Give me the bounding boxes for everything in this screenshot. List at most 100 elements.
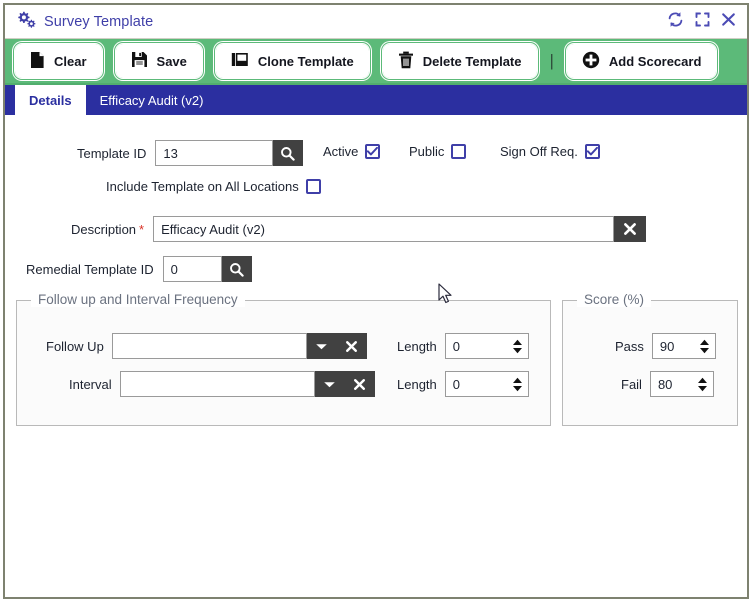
pass-value: 90 [659, 338, 675, 354]
interval-row: Interval [69, 371, 375, 397]
include-all-locations-label: Include Template on All Locations [106, 179, 299, 194]
stepper-arrows-icon[interactable] [693, 339, 710, 354]
interval-length-value: 0 [452, 376, 460, 392]
gears-icon [17, 11, 36, 33]
interval-label: Interval [69, 376, 112, 392]
template-id-row: Template ID [77, 140, 304, 166]
refresh-icon[interactable] [667, 11, 684, 33]
search-icon [229, 262, 244, 277]
follow-up-interval-fieldset: Follow up and Interval Frequency Follow … [16, 292, 551, 426]
active-checkbox[interactable] [365, 144, 381, 159]
public-label: Public [409, 144, 445, 159]
follow-up-clear-button[interactable] [336, 333, 367, 359]
interval-length-label: Length [397, 376, 437, 392]
tab-details[interactable]: Details [15, 85, 86, 115]
include-all-locations-row: Include Template on All Locations [106, 179, 321, 194]
active-label: Active [323, 144, 359, 159]
delete-template-button-label: Delete Template [422, 53, 522, 69]
pass-label: Pass [615, 338, 644, 354]
fail-value: 80 [657, 376, 673, 392]
save-button-label: Save [156, 53, 187, 69]
tab-bar: Details Efficacy Audit (v2) [5, 85, 747, 115]
active-checkbox-row: Active [323, 144, 381, 159]
follow-up-label: Follow Up [46, 338, 104, 354]
close-x-icon [345, 340, 357, 352]
template-id-search-button[interactable] [273, 140, 304, 166]
follow-up-length-row: Length 0 [397, 333, 529, 359]
follow-up-length-stepper[interactable]: 0 [444, 333, 529, 359]
search-icon [281, 146, 296, 161]
add-scorecard-button-label: Add Scorecard [608, 53, 702, 69]
template-id-input[interactable] [155, 140, 274, 166]
description-label: Description [71, 221, 137, 237]
interval-length-stepper[interactable]: 0 [444, 371, 529, 397]
pass-row: Pass 90 [615, 333, 716, 359]
include-all-locations-checkbox[interactable] [305, 179, 321, 194]
fail-label: Fail [621, 376, 642, 392]
main-toolbar: Clear Save Clone Template Delete Templat… [5, 39, 747, 85]
public-checkbox[interactable] [451, 144, 467, 159]
close-icon[interactable] [721, 12, 736, 32]
score-legend: Score (%) [577, 292, 652, 307]
description-input[interactable] [153, 216, 615, 242]
fail-row: Fail 80 [621, 371, 714, 397]
title-bar-left: Survey Template [17, 5, 153, 39]
remedial-template-id-search-button[interactable] [221, 256, 252, 282]
maximize-icon[interactable] [695, 12, 710, 32]
public-checkbox-row: Public [409, 144, 467, 159]
survey-template-window: Survey Template Clear Save Clone Templat… [3, 3, 749, 599]
clone-template-button[interactable]: Clone Template [214, 43, 370, 79]
tab-details-label: Details [29, 92, 72, 108]
follow-up-row: Follow Up [46, 333, 367, 359]
title-bar-controls [667, 5, 736, 39]
follow-up-select[interactable] [111, 333, 307, 359]
remedial-template-id-row: Remedial Template ID [26, 256, 252, 282]
follow-up-length-value: 0 [452, 338, 460, 354]
fail-stepper[interactable]: 80 [649, 371, 714, 397]
toolbar-separator: | [549, 51, 554, 70]
tab-efficacy-audit-label: Efficacy Audit (v2) [99, 92, 204, 108]
file-icon [30, 51, 45, 72]
interval-select[interactable] [119, 371, 315, 397]
check-icon [367, 146, 379, 156]
clear-button-label: Clear [54, 53, 87, 69]
plus-circle-icon [582, 51, 600, 72]
chevron-down-icon [315, 343, 327, 349]
window-title: Survey Template [44, 14, 154, 30]
interval-clear-button[interactable] [344, 371, 375, 397]
follow-up-interval-legend: Follow up and Interval Frequency [31, 292, 245, 307]
floppy-disk-icon [131, 51, 148, 71]
close-x-icon [353, 378, 365, 390]
clone-template-button-label: Clone Template [257, 53, 354, 69]
sign-off-req-label: Sign Off Req. [500, 144, 578, 159]
delete-template-button[interactable]: Delete Template [381, 43, 538, 79]
template-id-label: Template ID [77, 145, 147, 161]
interval-length-row: Length 0 [397, 371, 529, 397]
description-required-marker: * [139, 221, 145, 237]
sign-off-req-checkbox[interactable] [584, 144, 600, 159]
description-row: Description * [71, 216, 647, 242]
stepper-arrows-icon[interactable] [506, 377, 523, 392]
description-clear-button[interactable] [614, 216, 647, 242]
save-button[interactable]: Save [114, 43, 203, 79]
stepper-arrows-icon[interactable] [506, 339, 523, 354]
add-scorecard-button[interactable]: Add Scorecard [565, 43, 718, 79]
sign-off-req-checkbox-row: Sign Off Req. [500, 144, 600, 159]
remedial-template-id-label: Remedial Template ID [26, 261, 154, 277]
score-fieldset: Score (%) Pass 90 Fail 80 [562, 292, 738, 426]
check-icon [586, 146, 598, 156]
window-title-bar: Survey Template [5, 5, 747, 39]
pass-stepper[interactable]: 90 [651, 333, 716, 359]
tab-efficacy-audit[interactable]: Efficacy Audit (v2) [86, 85, 218, 115]
follow-up-dropdown-button[interactable] [306, 333, 337, 359]
trash-icon [398, 51, 414, 72]
chevron-down-icon [323, 381, 335, 387]
remedial-template-id-input[interactable] [162, 256, 222, 282]
stepper-arrows-icon[interactable] [691, 377, 708, 392]
follow-up-length-label: Length [397, 338, 437, 354]
interval-dropdown-button[interactable] [314, 371, 345, 397]
copy-icon [231, 51, 249, 71]
close-x-icon [623, 223, 636, 235]
details-form: Template ID Active Public [5, 115, 747, 597]
clear-button[interactable]: Clear [14, 43, 103, 79]
